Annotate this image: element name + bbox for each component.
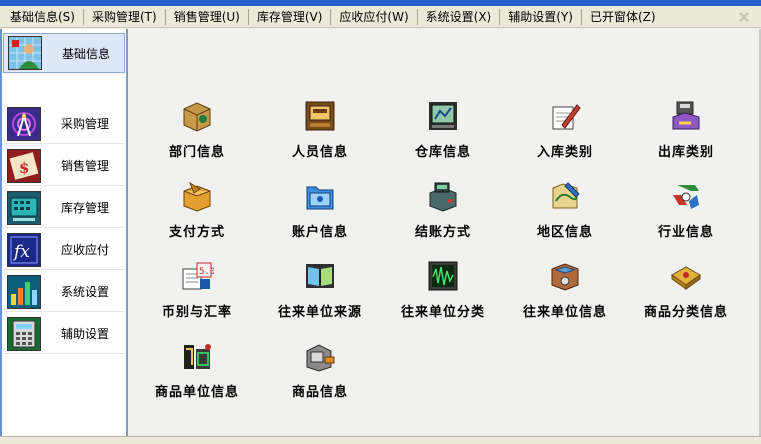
menu-system-settings[interactable]: 系统设置(X) [420, 7, 498, 27]
tile-label: 部门信息 [168, 145, 225, 160]
tile-payment-method[interactable]: 支付方式 [137, 179, 257, 249]
settlement-machine-icon [426, 179, 460, 213]
tile-stock-in-category[interactable]: 入库类别 [505, 99, 625, 169]
tile-personnel-info[interactable]: 人员信息 [260, 99, 380, 169]
product-unit-icon [180, 339, 214, 373]
tile-label: 行业信息 [657, 225, 714, 240]
sidebar-item-label: 应收应付 [61, 243, 110, 257]
tile-label: 仓库信息 [414, 145, 471, 160]
sidebar-item-auxiliary-settings[interactable]: 辅助设置 [3, 314, 125, 354]
tile-industry-info[interactable]: 行业信息 [626, 179, 746, 249]
tile-partner-info[interactable]: 往来单位信息 [505, 259, 625, 329]
warehouse-icon [426, 99, 460, 133]
close-mdi-icon[interactable] [735, 9, 753, 25]
sidebar-item-basic-info[interactable]: 基础信息 [3, 33, 125, 73]
tile-product-info[interactable]: 商品信息 [260, 339, 380, 409]
tile-label: 支付方式 [168, 225, 225, 240]
tile-label: 商品信息 [291, 385, 348, 400]
tile-region-info[interactable]: 地区信息 [505, 179, 625, 249]
menu-sales[interactable]: 销售管理(U) [168, 7, 246, 27]
region-icon [548, 179, 582, 213]
menu-basic-info[interactable]: 基础信息(S) [4, 7, 81, 27]
tile-partner-category[interactable]: 往来单位分类 [383, 259, 503, 329]
tile-label: 币别与汇率 [161, 305, 232, 320]
menu-open-windows[interactable]: 已开窗体(Z) [584, 7, 662, 27]
tile-account-info[interactable]: 账户信息 [260, 179, 380, 249]
menu-separator [164, 8, 166, 25]
sidebar-item-purchase[interactable]: 采购管理 [3, 104, 125, 144]
system-chart-icon [7, 274, 41, 309]
account-folder-icon [303, 179, 337, 213]
industry-recycle-icon [669, 179, 703, 213]
menu-separator [580, 8, 582, 25]
fx-function-icon: fx [7, 232, 41, 267]
tile-label: 结账方式 [414, 225, 471, 240]
tile-currency-rate[interactable]: 5.0 币别与汇率 [137, 259, 257, 329]
user-grid-icon [8, 36, 42, 70]
sidebar-item-inventory[interactable]: 库存管理 [3, 188, 125, 228]
sidebar-item-receivables[interactable]: fx 应收应付 [3, 230, 125, 270]
tile-product-unit[interactable]: 商品单位信息 [137, 339, 257, 409]
tile-label: 出库类别 [657, 145, 714, 160]
tile-product-category[interactable]: 商品分类信息 [626, 259, 746, 329]
product-info-icon [303, 339, 337, 373]
menu-inventory[interactable]: 库存管理(V) [251, 7, 329, 27]
menu-purchase[interactable]: 采购管理(T) [86, 7, 163, 27]
tile-settlement-method[interactable]: 结账方式 [383, 179, 503, 249]
menu-separator [82, 8, 84, 25]
sidebar-item-label: 基础信息 [62, 46, 111, 61]
svg-text:$: $ [19, 159, 29, 177]
tile-label: 账户信息 [291, 225, 348, 240]
tile-label: 人员信息 [291, 145, 348, 160]
menu-separator [499, 8, 501, 25]
stock-out-icon [669, 99, 703, 133]
partner-info-box-icon [548, 259, 582, 293]
partner-source-book-icon [303, 259, 337, 293]
tile-department-info[interactable]: 部门信息 [137, 99, 257, 169]
sidebar-item-sales[interactable]: $ 销售管理 [3, 146, 125, 186]
tile-label: 地区信息 [536, 225, 593, 240]
tile-label: 往来单位信息 [522, 305, 607, 320]
stock-in-icon [548, 99, 582, 133]
sidebar-item-label: 销售管理 [61, 159, 110, 173]
payment-box-icon [180, 179, 214, 213]
department-icon [180, 99, 214, 133]
sidebar-item-system-settings[interactable]: 系统设置 [3, 272, 125, 312]
product-category-icon [669, 259, 703, 293]
menu-separator [416, 8, 418, 25]
currency-rate-icon: 5.0 [180, 259, 214, 293]
calculator-icon [7, 316, 41, 351]
personnel-icon [303, 99, 337, 133]
menu-separator [330, 8, 332, 25]
sidebar-item-label: 库存管理 [61, 201, 110, 215]
basic-info-panel: 部门信息 人员信息 仓库信息 入库类别 出库类别 支付方式 账户信息 结账方式 … [128, 29, 761, 443]
tile-stock-out-category[interactable]: 出库类别 [626, 99, 746, 169]
menu-receivables[interactable]: 应收应付(W) [333, 7, 414, 27]
module-sidebar: 基础信息 采购管理 $ 销售管理 库存管理 fx 应收应付 系统设置 辅助设置 [0, 29, 128, 443]
tile-label: 入库类别 [536, 145, 593, 160]
partner-category-monitor-icon [426, 259, 460, 293]
broadcast-icon [7, 106, 41, 141]
tile-warehouse-info[interactable]: 仓库信息 [383, 99, 503, 169]
svg-text:fx: fx [12, 242, 30, 262]
svg-text:5.0: 5.0 [199, 267, 214, 277]
tile-label: 往来单位来源 [277, 305, 362, 320]
tile-label: 商品分类信息 [643, 305, 728, 320]
tile-label: 商品单位信息 [154, 385, 239, 400]
sales-book-icon: $ [7, 148, 41, 183]
menu-separator [247, 8, 249, 25]
menu-bar: 基础信息(S) 采购管理(T) 销售管理(U) 库存管理(V) 应收应付(W) … [0, 6, 761, 28]
inventory-monitor-icon [7, 190, 41, 225]
tile-partner-source[interactable]: 往来单位来源 [260, 259, 380, 329]
sidebar-item-label: 采购管理 [61, 117, 110, 131]
sidebar-item-label: 辅助设置 [61, 327, 110, 341]
menu-auxiliary-settings[interactable]: 辅助设置(Y) [502, 7, 579, 27]
tile-label: 往来单位分类 [400, 305, 485, 320]
sidebar-item-label: 系统设置 [61, 285, 110, 299]
